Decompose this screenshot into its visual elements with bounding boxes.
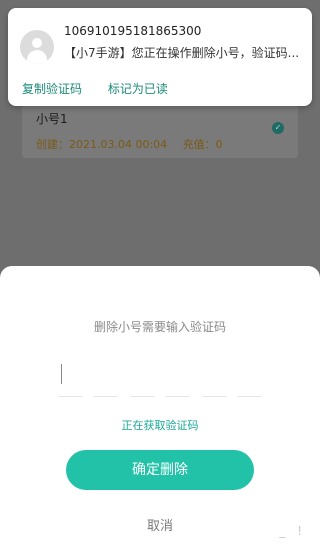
code-status: 正在获取验证码 (121, 419, 199, 432)
account-meta: 创建：2021.03.04 00:04 充值：0 (36, 136, 223, 152)
code-input-2[interactable] (94, 362, 118, 397)
sms-notification[interactable]: 106910195181865300 【小7手游】您正在操作删除小号，验证码..… (8, 8, 312, 106)
sheet-title: 删除小号需要输入验证码 (93, 320, 226, 334)
copy-code-button[interactable]: 复制验证码 (22, 82, 82, 96)
code-input-3[interactable] (130, 362, 154, 397)
delete-account-sheet: 删除小号需要输入验证码 正在获取验证码 确定删除 取消 _ ! (0, 266, 320, 547)
code-input-6[interactable] (238, 362, 262, 397)
decorative-marks: _ ! (279, 524, 306, 538)
code-input-4[interactable] (166, 362, 190, 397)
selected-check-icon: ✓ (272, 122, 284, 134)
account-recharge: 充值：0 (182, 138, 223, 151)
notification-actions: 复制验证码 标记为已读 (22, 80, 190, 97)
text-cursor (61, 364, 62, 384)
account-name: 小号1 (36, 112, 68, 126)
notification-sender: 106910195181865300 (64, 24, 202, 38)
cancel-button[interactable]: 取消 (0, 515, 320, 534)
notification-message: 【小7手游】您正在操作删除小号，验证码... (64, 46, 300, 60)
code-input-1[interactable] (58, 362, 82, 397)
confirm-delete-button[interactable]: 确定删除 (66, 450, 254, 490)
code-input-5[interactable] (202, 362, 226, 397)
account-card: 小号1 创建：2021.03.04 00:04 充值：0 ✓ (22, 100, 298, 158)
account-created: 创建：2021.03.04 00:04 (36, 138, 168, 151)
mark-read-button[interactable]: 标记为已读 (108, 82, 168, 96)
avatar-icon (20, 30, 54, 64)
